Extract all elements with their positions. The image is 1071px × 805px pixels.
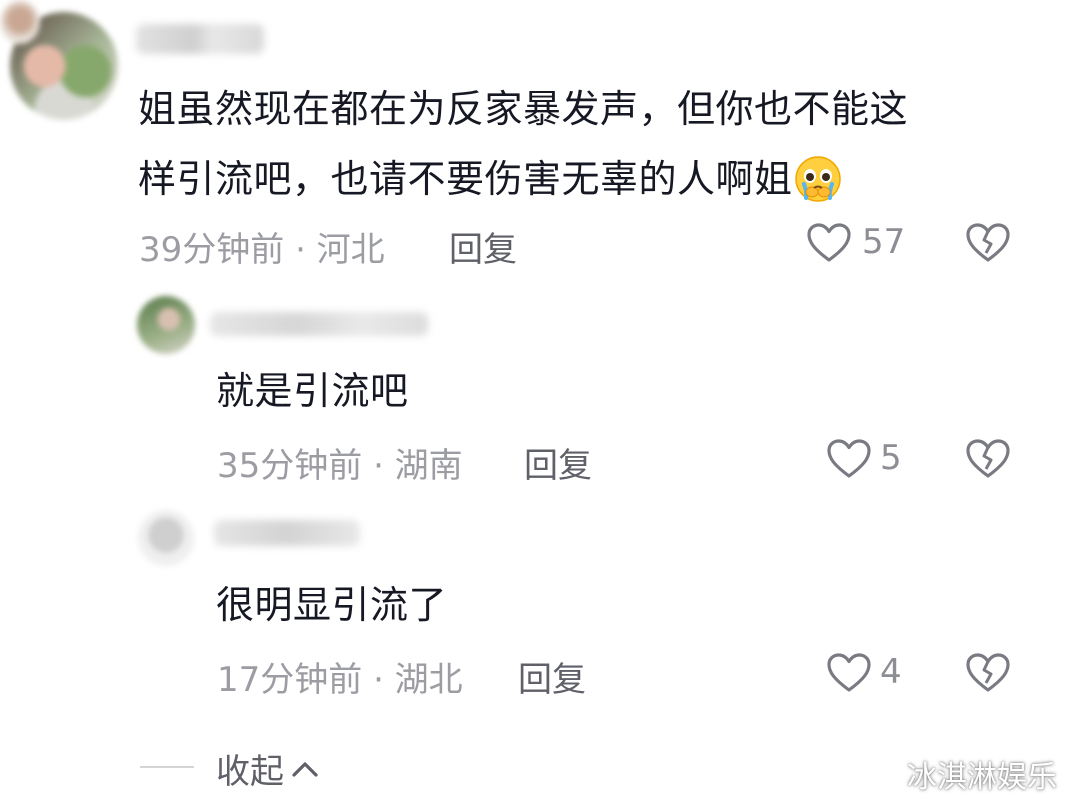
reply-button[interactable]: 回复 — [449, 222, 517, 271]
broken-heart-icon[interactable] — [965, 652, 1011, 694]
like-count: 5 — [880, 438, 902, 478]
reply-avatar[interactable] — [138, 510, 194, 566]
reply-text: 很明显引流了 — [216, 583, 448, 627]
chevron-up-icon — [292, 761, 318, 777]
reply-time-location: 17分钟前 · 湖北 — [217, 660, 463, 700]
reply-username[interactable] — [214, 520, 360, 546]
broken-heart-icon[interactable] — [965, 438, 1011, 480]
reply-button[interactable]: 回复 — [524, 438, 592, 487]
like-count: 57 — [862, 222, 906, 262]
reply-avatar[interactable] — [137, 296, 195, 354]
comment-text-line-2-row: 样引流吧，也请不要伤害无辜的人啊姐 — [138, 144, 843, 214]
heart-outline-icon[interactable] — [806, 222, 852, 264]
watermark-text: 冰淇淋娱乐 — [907, 760, 1057, 795]
like-count: 4 — [880, 652, 902, 692]
comment-text-line-2: 样引流吧，也请不要伤害无辜的人啊姐 — [138, 157, 793, 201]
reply-username[interactable] — [210, 312, 428, 336]
reply-text: 就是引流吧 — [216, 369, 409, 413]
collapse-replies-button[interactable]: 收起 — [216, 744, 320, 793]
comment-text-line-1: 姐虽然现在都在为反家暴发声，但你也不能这 — [138, 87, 909, 131]
collapse-divider — [140, 766, 194, 768]
broken-heart-icon[interactable] — [965, 222, 1011, 264]
reply-username-badge — [0, 0, 40, 44]
reply-button[interactable]: 回复 — [518, 652, 586, 701]
reply-time-location: 35分钟前 · 湖南 — [217, 446, 463, 486]
heart-outline-icon[interactable] — [826, 652, 872, 694]
commenter-username[interactable] — [136, 24, 264, 54]
heart-outline-icon[interactable] — [826, 438, 872, 480]
collapse-label: 收起 — [216, 752, 284, 792]
comment-time-location: 39分钟前 · 河北 — [139, 230, 385, 270]
pleading-crying-face-icon — [794, 156, 841, 202]
